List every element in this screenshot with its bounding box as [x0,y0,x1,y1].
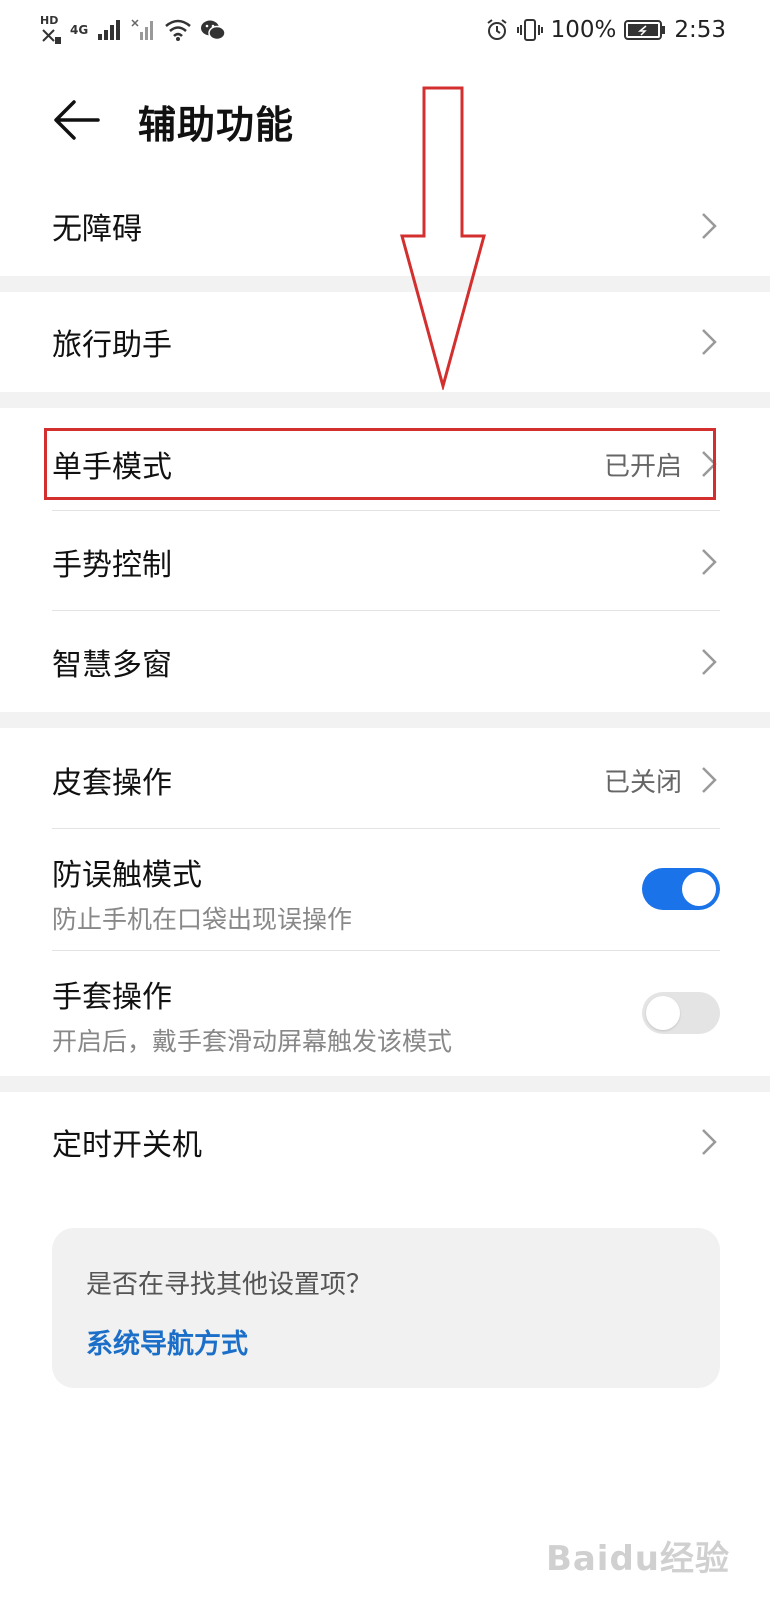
signal-weak-icon [131,19,154,40]
settings-item-gesture-control[interactable]: 手势控制 [0,514,770,610]
item-label: 手势控制 [52,548,172,583]
battery-percent: 100% [550,17,617,43]
row-divider [52,950,720,951]
accidental-touch-toggle[interactable] [642,868,720,910]
section-gap [0,712,770,728]
item-status: 已开启 [603,451,682,482]
chevron-right-icon [702,649,717,675]
status-bar: HD 4G 100% 2:53 [0,0,770,56]
suggestion-question: 是否在寻找其他设置项？ [86,1270,373,1300]
chevron-right-icon [702,213,717,239]
settings-item-accidental-touch: 防误触模式 防止手机在口袋出现误操作 [0,830,770,950]
settings-item-accessibility[interactable]: 无障碍 [0,180,770,272]
chevron-right-icon [702,1129,717,1155]
section-gap [0,276,770,292]
row-divider [52,610,720,611]
section-gap [0,392,770,408]
settings-item-scheduled-power[interactable]: 定时开关机 [0,1094,770,1190]
toggle-knob [682,872,716,906]
sim-indicator: HD [40,15,62,45]
item-label: 旅行助手 [52,328,172,363]
item-label: 防误触模式 [52,858,202,893]
item-label: 手套操作 [52,980,172,1015]
section-gap [0,1076,770,1092]
toggle-knob [646,996,680,1030]
status-left: HD 4G [40,8,226,52]
row-divider [52,510,720,511]
hd-badge: HD [40,14,59,27]
page-title: 辅助功能 [138,103,295,147]
signal-icon [98,20,121,40]
row-divider [52,828,720,829]
status-right: 100% 2:53 [485,10,726,50]
chevron-right-icon [702,549,717,575]
settings-item-one-hand-mode[interactable]: 单手模式 已开启 [0,418,770,510]
settings-item-glove-mode: 手套操作 开启后，戴手套滑动屏幕触发该模式 [0,952,770,1074]
item-description: 防止手机在口袋出现误操作 [52,905,353,934]
suggestion-card: 是否在寻找其他设置项？ 系统导航方式 [52,1228,720,1388]
item-label: 定时开关机 [52,1128,202,1163]
chevron-right-icon [702,329,717,355]
alarm-icon [486,19,507,40]
settings-item-cover-operation[interactable]: 皮套操作 已关闭 [0,732,770,828]
suggestion-link-navigation[interactable]: 系统导航方式 [86,1322,248,1361]
settings-item-travel-assistant[interactable]: 旅行助手 [0,296,770,388]
item-label: 智慧多窗 [52,648,172,683]
network-type: 4G [70,23,89,37]
back-arrow-icon [54,100,100,140]
item-label: 单手模式 [52,450,172,485]
item-label: 无障碍 [52,212,142,247]
wechat-icon [201,20,226,41]
app-header: 辅助功能 [0,70,770,170]
no-sim-icon [42,29,61,44]
item-status: 已关闭 [603,767,682,798]
clock: 2:53 [674,17,726,43]
item-label: 皮套操作 [52,766,172,801]
chevron-right-icon [702,767,717,793]
chevron-right-icon [702,451,717,477]
vibrate-icon [516,19,543,41]
battery-icon [624,20,666,40]
settings-item-smart-multi-window[interactable]: 智慧多窗 [0,614,770,710]
glove-mode-toggle[interactable] [642,992,720,1034]
back-button[interactable] [50,92,106,148]
item-description: 开启后，戴手套滑动屏幕触发该模式 [52,1027,453,1056]
wifi-icon [165,19,192,41]
watermark: Baidu经验 [545,1539,730,1579]
